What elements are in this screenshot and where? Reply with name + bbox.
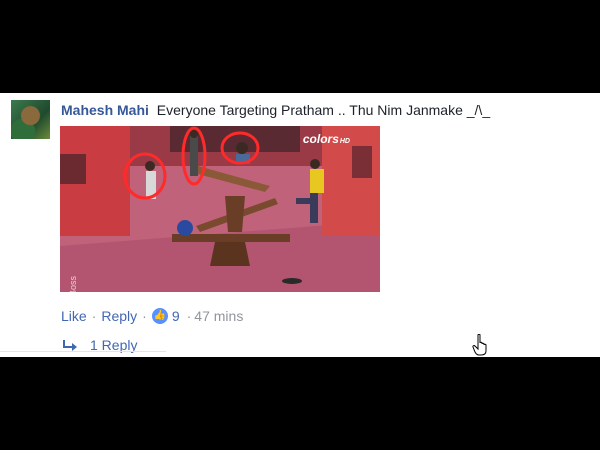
channel-logo: colorsHD	[303, 132, 350, 146]
comment-text: Everyone Targeting Pratham .. Thu Nim Ja…	[156, 102, 491, 118]
like-count[interactable]: 9	[172, 308, 180, 324]
like-link[interactable]: Like	[61, 308, 87, 324]
separator: ·	[142, 308, 147, 324]
reply-link[interactable]: Reply	[101, 308, 137, 324]
comment-author-link[interactable]: Mahesh Mahi	[61, 102, 149, 118]
comment-actions: Like · Reply · 👍 9 · 47 mins	[61, 308, 243, 324]
divider	[0, 351, 166, 352]
channel-logo-sub: HD	[339, 138, 350, 145]
thumbs-up-icon[interactable]: 👍	[151, 308, 168, 324]
reply-arrow-icon	[63, 340, 77, 351]
image-watermark: @OllePrathamBigBoss	[68, 276, 78, 292]
hand-cursor-icon	[472, 334, 487, 356]
comment-panel: Mahesh Mahi Everyone Targeting Pratham .…	[0, 93, 600, 357]
comment-timestamp[interactable]: 47 mins	[194, 308, 243, 324]
channel-logo-text: colors	[302, 132, 339, 146]
separator: ·	[186, 308, 192, 324]
comment-body: Mahesh Mahi Everyone Targeting Pratham .…	[61, 101, 490, 119]
tv-still-image	[60, 126, 380, 292]
avatar[interactable]	[11, 100, 50, 139]
separator: ·	[91, 308, 97, 324]
comment-image[interactable]: colorsHD @OllePrathamBigBoss	[60, 126, 380, 292]
